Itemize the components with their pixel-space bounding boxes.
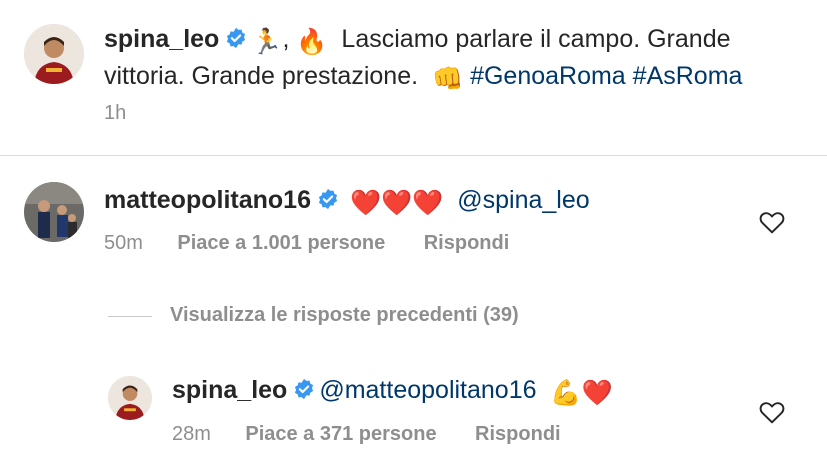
runner-emoji: 🏃 bbox=[251, 28, 283, 56]
player-photo-icon bbox=[108, 376, 152, 420]
comment-reply-button[interactable]: Rispondi bbox=[424, 232, 510, 254]
caption-line1: Lasciamo parlare il campo. Grande bbox=[341, 25, 731, 53]
view-replies-line bbox=[108, 316, 152, 317]
comment-text: matteopolitano16 ❤️❤️❤️ @spina_leo bbox=[104, 183, 744, 220]
muscle-heart-emoji: 💪❤️ bbox=[550, 379, 613, 407]
family-photo-icon bbox=[24, 182, 84, 242]
reply-reply-button[interactable]: Rispondi bbox=[475, 423, 561, 445]
verified-badge-icon bbox=[295, 378, 314, 400]
reply-mention[interactable]: @matteopolitano16 bbox=[319, 376, 536, 404]
fire-emoji: 🔥 bbox=[296, 28, 328, 56]
view-replies-button[interactable]: Visualizza le risposte precedenti (39) bbox=[170, 304, 519, 327]
divider bbox=[0, 155, 827, 156]
fist-emoji: 👊 bbox=[431, 65, 464, 93]
caption-username[interactable]: spina_leo bbox=[104, 25, 219, 53]
hearts-emoji: ❤️❤️❤️ bbox=[349, 189, 444, 217]
comment-meta: 50m Piace a 1.001 persone Rispondi bbox=[104, 232, 509, 255]
comment-avatar[interactable] bbox=[24, 182, 84, 242]
reply-text: spina_leo @matteopolitano16 💪❤️ bbox=[172, 373, 732, 410]
comment-mention[interactable]: @spina_leo bbox=[457, 186, 589, 214]
caption-time: 1h bbox=[104, 102, 127, 124]
caption-line2: vittoria. Grande prestazione. bbox=[104, 62, 419, 90]
verified-badge-icon bbox=[318, 188, 338, 210]
reply-likes[interactable]: Piace a 371 persone bbox=[245, 423, 436, 445]
comment-username[interactable]: matteopolitano16 bbox=[104, 186, 311, 214]
reply-time: 28m bbox=[172, 423, 211, 445]
player-photo-icon bbox=[24, 24, 84, 84]
reply-meta: 28m Piace a 371 persone Rispondi bbox=[172, 423, 561, 446]
caption-avatar[interactable] bbox=[24, 24, 84, 84]
like-heart-icon[interactable] bbox=[759, 210, 785, 234]
like-heart-icon[interactable] bbox=[759, 400, 785, 424]
reply-username[interactable]: spina_leo bbox=[172, 376, 287, 404]
reply-avatar[interactable] bbox=[108, 376, 152, 420]
caption-hashtags[interactable]: #GenoaRoma #AsRoma bbox=[470, 62, 742, 90]
comment-time: 50m bbox=[104, 232, 143, 254]
comment-likes[interactable]: Piace a 1.001 persone bbox=[177, 232, 385, 254]
verified-badge-icon bbox=[227, 27, 246, 49]
caption-text: spina_leo 🏃, 🔥 Lasciamo parlare il campo.… bbox=[104, 22, 804, 96]
